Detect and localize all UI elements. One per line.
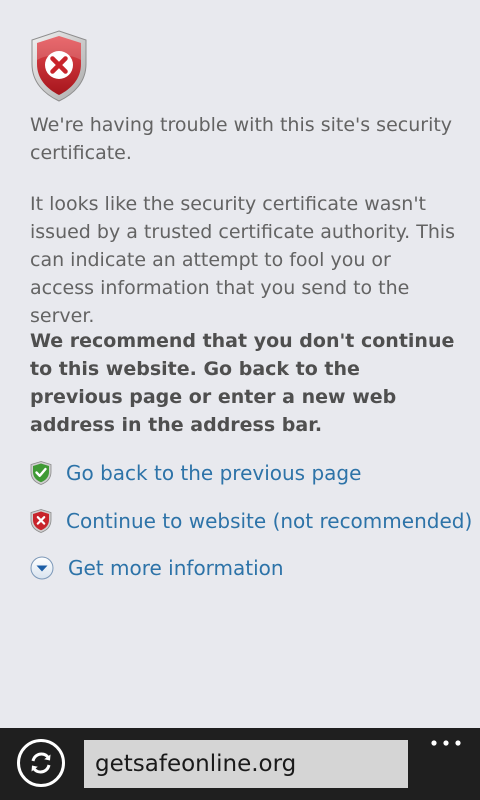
warning-recommendation: We recommend that you don't continue to … [30, 330, 455, 436]
go-back-label: Go back to the previous page [66, 461, 362, 485]
warning-detail: It looks like the security certificate w… [30, 193, 456, 327]
shield-check-icon [30, 461, 52, 485]
address-text: getsafeonline.org [95, 751, 297, 777]
warning-title: We're having trouble with this site's se… [30, 114, 453, 164]
continue-label: Continue to website (not recommended) [66, 509, 473, 533]
shield-x-icon [30, 509, 52, 533]
go-back-link[interactable]: Go back to the previous page [30, 457, 361, 489]
address-bar[interactable]: getsafeonline.org [84, 740, 408, 788]
refresh-button[interactable] [17, 739, 65, 787]
continue-link[interactable]: Continue to website (not recommended) [30, 505, 472, 537]
more-info-label: Get more information [68, 556, 284, 580]
more-info-link[interactable]: Get more information [30, 552, 284, 584]
certificate-warning-page: We're having trouble with this site's se… [30, 0, 472, 728]
refresh-icon [31, 752, 51, 774]
shield-error-icon [31, 30, 87, 102]
more-dots-icon[interactable] [430, 736, 462, 750]
browser-app-bar: getsafeonline.org [0, 728, 480, 800]
chevron-down-circle-icon [30, 556, 54, 580]
